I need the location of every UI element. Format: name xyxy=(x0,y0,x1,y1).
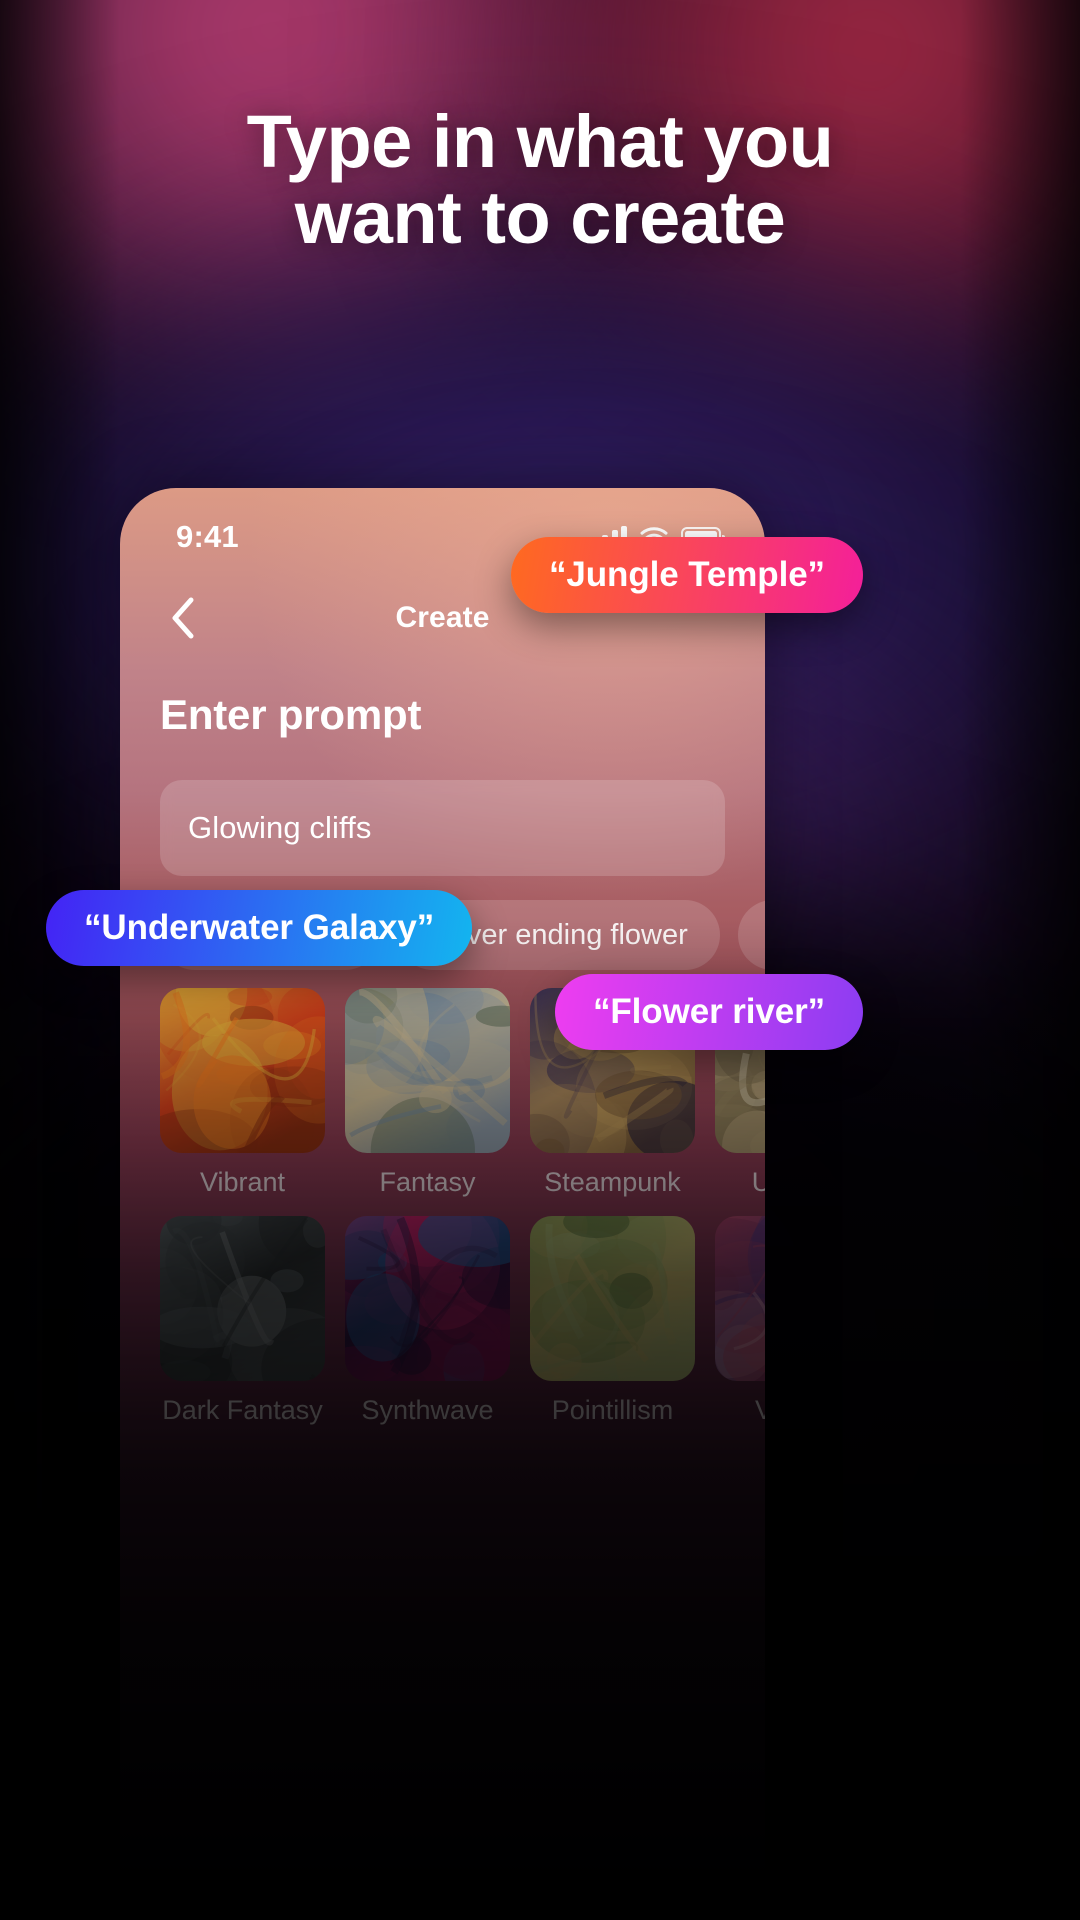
chevron-left-icon xyxy=(170,596,196,640)
prompt-input[interactable]: Glowing cliffs xyxy=(160,780,725,876)
floating-pill-label: “Underwater Galaxy” xyxy=(84,908,435,947)
floating-prompt-pill-jungle-temple[interactable]: “Jungle Temple” xyxy=(511,537,863,613)
promo-headline-line-1: Type in what you xyxy=(246,100,834,183)
floating-pill-label: “Jungle Temple” xyxy=(549,555,825,594)
style-thumbnail[interactable] xyxy=(345,1216,510,1381)
style-thumbnail[interactable] xyxy=(345,988,510,1153)
style-thumbnail[interactable] xyxy=(715,1216,765,1381)
style-option[interactable]: Dark Fantasy xyxy=(160,1216,325,1426)
style-label: Vibrant xyxy=(754,1395,765,1425)
style-label: Dark Fantasy xyxy=(162,1395,323,1425)
floating-prompt-pill-flower-river[interactable]: “Flower river” xyxy=(555,974,864,1050)
style-option[interactable]: Vibrant xyxy=(715,1216,765,1426)
background-right-vignette xyxy=(960,0,1080,1920)
style-label: Vibrant xyxy=(199,1167,286,1197)
style-thumbnail[interactable] xyxy=(160,988,325,1153)
app-store-promo-screen: Type in what you want to create 9:41 Cre… xyxy=(0,0,1080,1920)
suggestion-chip[interactable]: Fire and ice xyxy=(737,900,765,970)
style-thumbnail[interactable] xyxy=(530,1216,695,1381)
style-option[interactable]: Synthwave xyxy=(345,1216,510,1426)
promo-headline: Type in what you want to create xyxy=(0,100,1080,260)
style-label: Steampunk xyxy=(544,1167,681,1197)
style-label: Synthwave xyxy=(361,1395,494,1425)
style-option[interactable]: Fantasy xyxy=(345,988,510,1198)
style-row: Dark Fantasy Synthwave Pointillism Vibra… xyxy=(160,1216,765,1426)
floating-prompt-pill-underwater-galaxy[interactable]: “Underwater Galaxy” xyxy=(46,890,473,966)
phone-mockup: 9:41 Create Enter prompt Glowing cliffs … xyxy=(120,488,765,1920)
floating-pill-label: “Flower river” xyxy=(593,992,826,1031)
style-thumbnail[interactable] xyxy=(160,1216,325,1381)
promo-headline-line-2: want to create xyxy=(294,176,786,260)
style-label: Fantasy xyxy=(379,1167,476,1197)
back-button[interactable] xyxy=(156,591,210,645)
enter-prompt-heading: Enter prompt xyxy=(160,691,422,738)
style-grid: Vibrant Fantasy Steampunk Ukiyo-e xyxy=(160,988,765,1444)
status-bar-time: 9:41 xyxy=(176,519,239,554)
style-label: Pointillism xyxy=(551,1395,674,1425)
prompt-input-value: Glowing cliffs xyxy=(188,810,372,845)
style-option[interactable]: Pointillism xyxy=(530,1216,695,1426)
style-option[interactable]: Vibrant xyxy=(160,988,325,1198)
style-label: Ukiyo-e xyxy=(751,1167,765,1197)
